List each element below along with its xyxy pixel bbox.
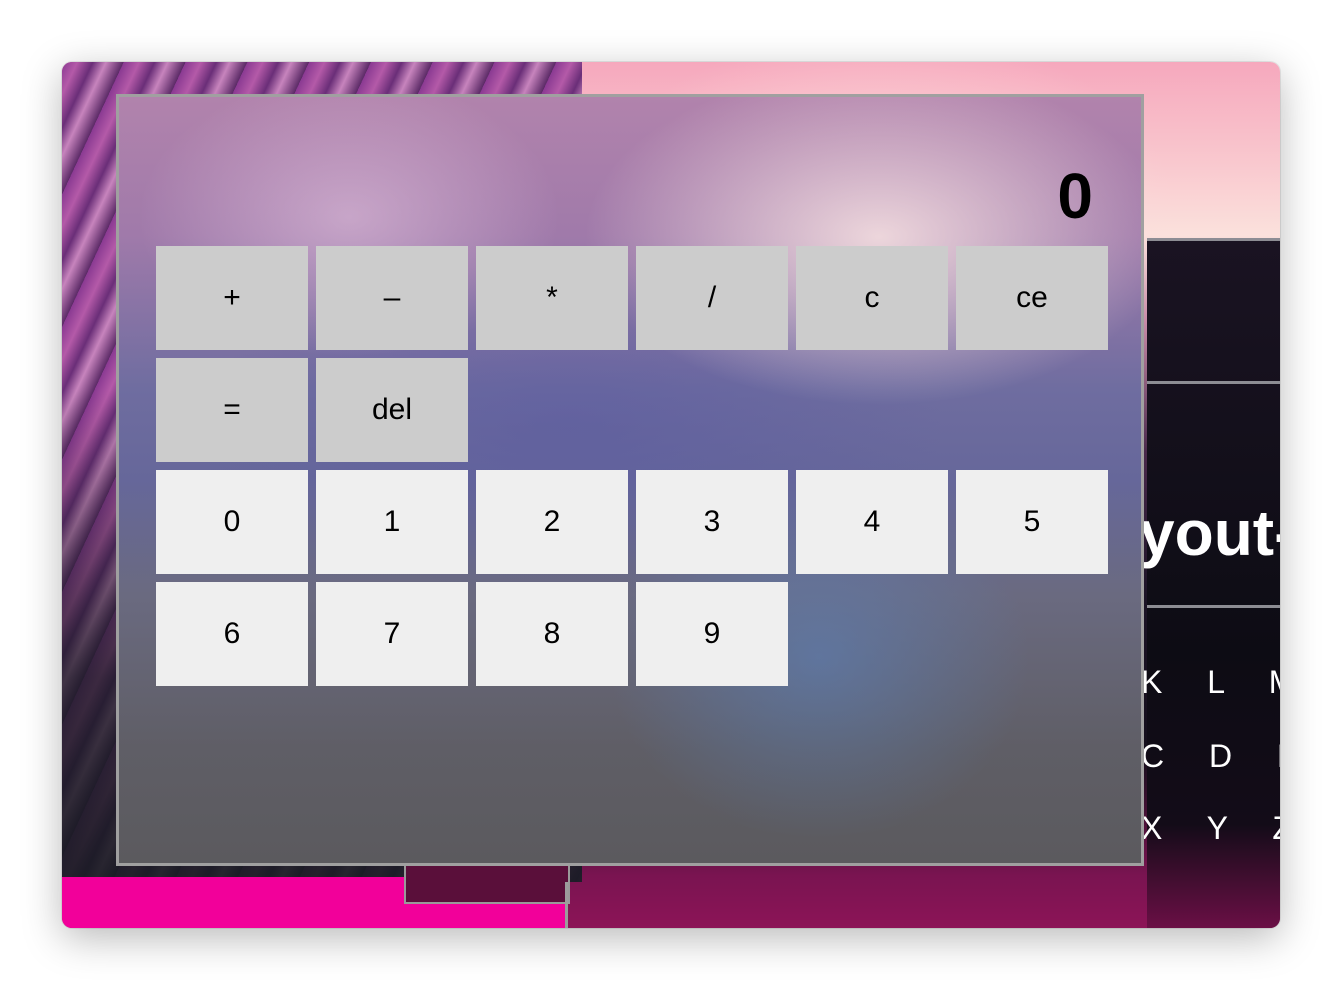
background-window-title: yout- (1139, 497, 1280, 569)
clear-button[interactable]: c (796, 246, 948, 350)
panel-divider (1147, 605, 1280, 608)
keyboard-row: C D E F (1141, 738, 1280, 774)
digit-3-button[interactable]: 3 (636, 470, 788, 574)
divide-button[interactable]: / (636, 246, 788, 350)
digit-1-button[interactable]: 1 (316, 470, 468, 574)
divider-line (565, 882, 568, 928)
digit-9-button[interactable]: 9 (636, 582, 788, 686)
digit-7-button[interactable]: 7 (316, 582, 468, 686)
panel-divider (1147, 238, 1280, 241)
digit-8-button[interactable]: 8 (476, 582, 628, 686)
calculator-display: 0 (1057, 160, 1093, 232)
equals-button[interactable]: = (156, 358, 308, 462)
panel-divider (1147, 381, 1280, 384)
digit-5-button[interactable]: 5 (956, 470, 1108, 574)
background-window-panel: yout- K L M C D E F X Y Z 1 (1139, 238, 1280, 928)
minus-button[interactable]: – (316, 246, 468, 350)
delete-button[interactable]: del (316, 358, 468, 462)
calculator-panel: 0 + – * / c ce = del 0 1 2 3 4 5 6 7 8 9 (116, 94, 1144, 866)
digit-2-button[interactable]: 2 (476, 470, 628, 574)
digit-6-button[interactable]: 6 (156, 582, 308, 686)
keyboard-row: X Y Z 1 (1141, 810, 1280, 846)
digit-4-button[interactable]: 4 (796, 470, 948, 574)
plus-button[interactable]: + (156, 246, 308, 350)
digit-0-button[interactable]: 0 (156, 470, 308, 574)
clear-entry-button[interactable]: ce (956, 246, 1108, 350)
multiply-button[interactable]: * (476, 246, 628, 350)
keyboard-row: K L M (1141, 664, 1280, 700)
